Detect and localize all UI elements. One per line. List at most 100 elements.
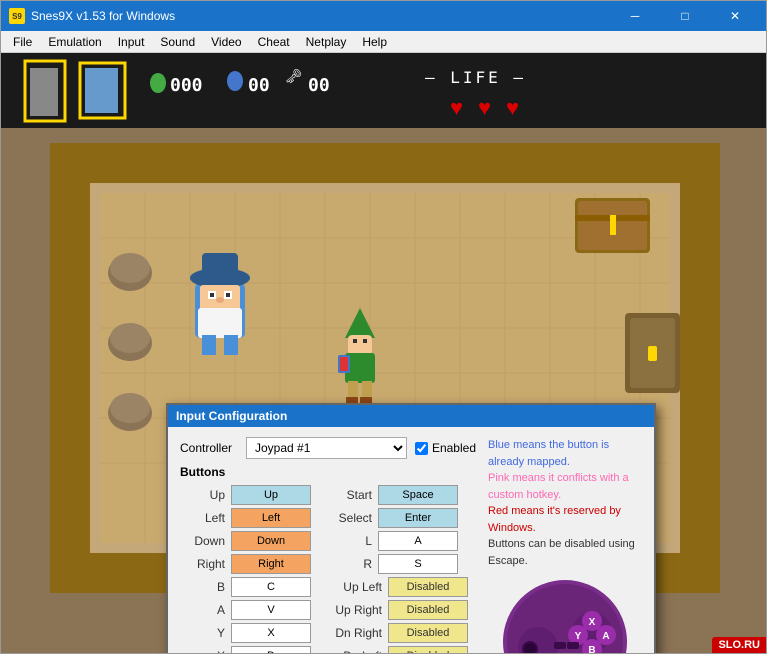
btn-label-y: Y — [180, 626, 225, 640]
svg-text:♥: ♥ — [506, 95, 519, 120]
dialog-left-panel: Controller Joypad #1 Enabled Buttons — [180, 437, 476, 653]
minimize-button[interactable]: ─ — [612, 1, 658, 31]
btn-row-start: Start Space — [327, 485, 476, 505]
menu-cheat[interactable]: Cheat — [250, 31, 298, 53]
btn-row-upright: Up Right Disabled — [327, 600, 476, 620]
btn-label-upleft: Up Left — [327, 580, 382, 594]
svg-text:🗝: 🗝 — [285, 68, 303, 85]
buttons-columns: Up Up Left Left Down Down — [180, 485, 476, 653]
svg-text:♥: ♥ — [450, 95, 463, 120]
menu-emulation[interactable]: Emulation — [40, 31, 109, 53]
svg-text:00: 00 — [308, 75, 330, 96]
menu-netplay[interactable]: Netplay — [298, 31, 355, 53]
menu-video[interactable]: Video — [203, 31, 249, 53]
app-icon: S9 — [9, 8, 25, 24]
game-area: 000 00 🗝 00 — LIFE — ♥ ♥ ♥ — [1, 53, 766, 653]
btn-label-l: L — [327, 534, 372, 548]
svg-text:A: A — [602, 631, 609, 642]
menu-help[interactable]: Help — [354, 31, 395, 53]
menu-bar: File Emulation Input Sound Video Cheat N… — [1, 31, 766, 53]
btn-row-r: R S — [327, 554, 476, 574]
btn-label-up: Up — [180, 488, 225, 502]
btn-label-b: B — [180, 580, 225, 594]
svg-text:B: B — [588, 645, 595, 653]
slo-badge: SLO.RU — [712, 637, 766, 653]
btn-row-down: Down Down — [180, 531, 319, 551]
menu-sound[interactable]: Sound — [152, 31, 203, 53]
svg-text:X: X — [589, 617, 596, 628]
main-window: S9 Snes9X v1.53 for Windows ─ □ ✕ File E… — [0, 0, 767, 654]
btn-input-dnleft[interactable]: Disabled — [388, 646, 468, 653]
help-escape: Buttons can be disabled using Escape. — [488, 538, 635, 567]
help-blue: Blue means the button is already mapped. — [488, 439, 609, 468]
btn-input-x[interactable]: D — [231, 646, 311, 653]
btn-input-start[interactable]: Space — [378, 485, 458, 505]
btn-label-r: R — [327, 557, 372, 571]
enabled-label: Enabled — [432, 441, 476, 455]
help-red: Red means it's reserved by Windows. — [488, 505, 621, 534]
enabled-checkbox[interactable] — [415, 442, 428, 455]
btn-input-y[interactable]: X — [231, 623, 311, 643]
btn-row-dnleft: Dn Left Disabled — [327, 646, 476, 653]
controller-select[interactable]: Joypad #1 — [246, 437, 407, 459]
btn-input-upright[interactable]: Disabled — [388, 600, 468, 620]
btn-label-left: Left — [180, 511, 225, 525]
right-buttons-column: Start Space Select Enter L A — [327, 485, 476, 653]
btn-row-right: Right Right — [180, 554, 319, 574]
btn-input-l[interactable]: A — [378, 531, 458, 551]
btn-label-dnleft: Dn Left — [327, 649, 382, 653]
btn-label-select: Select — [327, 511, 372, 525]
svg-text:♥: ♥ — [478, 95, 491, 120]
btn-input-a[interactable]: V — [231, 600, 311, 620]
btn-label-down: Down — [180, 534, 225, 548]
btn-row-up: Up Up — [180, 485, 319, 505]
btn-input-select[interactable]: Enter — [378, 508, 458, 528]
maximize-button[interactable]: □ — [662, 1, 708, 31]
btn-row-upleft: Up Left Disabled — [327, 577, 476, 597]
btn-row-a: A V — [180, 600, 319, 620]
btn-label-dnright: Dn Right — [327, 626, 382, 640]
svg-text:000: 000 — [170, 75, 203, 96]
help-pink: Pink means it conflicts with a custom ho… — [488, 472, 629, 501]
svg-text:00: 00 — [248, 75, 270, 96]
btn-input-right[interactable]: Right — [231, 554, 311, 574]
dialog-title: Input Configuration — [168, 405, 654, 427]
btn-input-r[interactable]: S — [378, 554, 458, 574]
btn-row-y: Y X — [180, 623, 319, 643]
btn-input-down[interactable]: Down — [231, 531, 311, 551]
btn-input-b[interactable]: C — [231, 577, 311, 597]
btn-label-a: A — [180, 603, 225, 617]
controller-graphic: Y X A B — [500, 577, 630, 653]
btn-label-start: Start — [327, 488, 372, 502]
title-bar-controls: ─ □ ✕ — [612, 1, 758, 31]
input-config-dialog: Input Configuration Controller Joypad #1… — [166, 403, 656, 653]
btn-label-upright: Up Right — [327, 603, 382, 617]
enabled-checkbox-label[interactable]: Enabled — [415, 441, 476, 455]
left-buttons-column: Up Up Left Left Down Down — [180, 485, 319, 653]
title-bar: S9 Snes9X v1.53 for Windows ─ □ ✕ — [1, 1, 766, 31]
btn-input-dnright[interactable]: Disabled — [388, 623, 468, 643]
menu-input[interactable]: Input — [110, 31, 153, 53]
btn-input-up[interactable]: Up — [231, 485, 311, 505]
help-text: Blue means the button is already mapped.… — [488, 437, 642, 569]
close-button[interactable]: ✕ — [712, 1, 758, 31]
controller-graphic-container: Y X A B — [488, 577, 642, 653]
menu-file[interactable]: File — [5, 31, 40, 53]
btn-row-dnright: Dn Right Disabled — [327, 623, 476, 643]
buttons-section-title: Buttons — [180, 465, 476, 479]
btn-label-x: X — [180, 649, 225, 653]
dialog-right-panel: Blue means the button is already mapped.… — [488, 437, 642, 653]
svg-text:Y: Y — [575, 631, 582, 642]
btn-row-l: L A — [327, 531, 476, 551]
controller-label: Controller — [180, 441, 240, 455]
window-title: Snes9X v1.53 for Windows — [31, 9, 612, 23]
controller-row: Controller Joypad #1 Enabled — [180, 437, 476, 459]
btn-label-right: Right — [180, 557, 225, 571]
btn-row-b: B C — [180, 577, 319, 597]
dialog-body: Controller Joypad #1 Enabled Buttons — [168, 427, 654, 653]
btn-row-select: Select Enter — [327, 508, 476, 528]
btn-row-x: X D — [180, 646, 319, 653]
btn-input-upleft[interactable]: Disabled — [388, 577, 468, 597]
btn-row-left: Left Left — [180, 508, 319, 528]
btn-input-left[interactable]: Left — [231, 508, 311, 528]
